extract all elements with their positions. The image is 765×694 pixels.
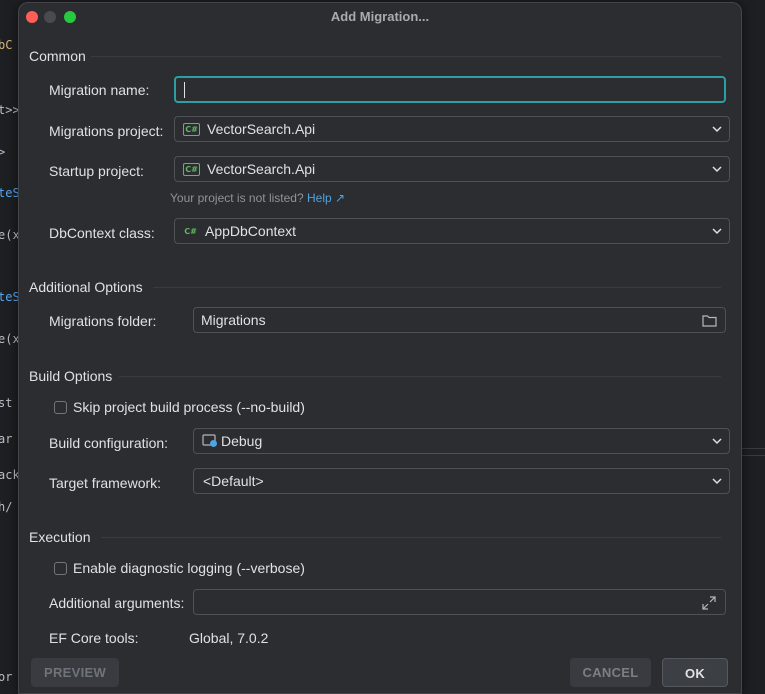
chevron-down-icon bbox=[712, 228, 722, 235]
project-not-listed-hint: Your project is not listed? Help ↗ bbox=[170, 191, 345, 205]
separator bbox=[153, 287, 721, 288]
ok-button[interactable]: OK bbox=[662, 658, 728, 687]
skip-build-label[interactable]: Skip project build process (--no-build) bbox=[73, 399, 305, 415]
startup-project-select[interactable]: C# VectorSearch.Api bbox=[174, 156, 730, 182]
target-framework-select[interactable]: <Default> bbox=[193, 468, 730, 494]
text-cursor bbox=[184, 81, 185, 98]
title-bar: Add Migration... bbox=[19, 3, 741, 31]
section-additional-options: Additional Options bbox=[29, 279, 143, 295]
separator bbox=[101, 537, 721, 538]
section-build-options: Build Options bbox=[29, 368, 113, 384]
csharp-project-icon: C# bbox=[183, 162, 200, 176]
code-fragment: teS bbox=[0, 186, 20, 200]
debug-config-icon bbox=[202, 434, 217, 447]
code-fragment: ack bbox=[0, 468, 20, 482]
migrations-folder-value: Migrations bbox=[201, 312, 266, 328]
hint-text: Your project is not listed? bbox=[170, 191, 304, 205]
code-fragment: e(x bbox=[0, 332, 20, 346]
diagnostic-logging-label[interactable]: Enable diagnostic logging (--verbose) bbox=[73, 560, 305, 576]
folder-icon[interactable] bbox=[702, 314, 717, 327]
dbcontext-class-label: DbContext class: bbox=[49, 225, 155, 241]
help-link[interactable]: Help bbox=[307, 191, 332, 205]
build-configuration-select[interactable]: Debug bbox=[193, 428, 730, 454]
startup-project-value: VectorSearch.Api bbox=[207, 161, 316, 177]
code-fragment: t>> bbox=[0, 103, 20, 117]
code-fragment: teS bbox=[0, 290, 20, 304]
dialog-title: Add Migration... bbox=[330, 9, 430, 24]
background-right-panel bbox=[740, 0, 765, 692]
migrations-project-label: Migrations project: bbox=[49, 123, 164, 139]
build-configuration-value: Debug bbox=[221, 433, 263, 449]
migrations-folder-input[interactable]: Migrations bbox=[193, 307, 726, 333]
expand-icon[interactable] bbox=[702, 596, 716, 610]
startup-project-label: Startup project: bbox=[49, 163, 144, 179]
code-fragment: st bbox=[0, 396, 13, 410]
section-common: Common bbox=[29, 48, 86, 64]
code-fragment: e(x bbox=[0, 228, 20, 242]
build-configuration-label: Build configuration: bbox=[49, 435, 169, 451]
chevron-down-icon bbox=[712, 478, 722, 485]
csharp-project-icon: C# bbox=[183, 122, 200, 136]
dbcontext-class-value: AppDbContext bbox=[205, 223, 297, 239]
separator bbox=[91, 56, 721, 57]
chevron-down-icon bbox=[712, 438, 722, 445]
target-framework-value: <Default> bbox=[203, 473, 264, 489]
preview-button[interactable]: PREVIEW bbox=[31, 658, 119, 687]
code-fragment: or bbox=[0, 670, 13, 684]
migration-name-input[interactable] bbox=[174, 76, 726, 103]
migrations-project-value: VectorSearch.Api bbox=[207, 121, 316, 137]
additional-arguments-input[interactable] bbox=[193, 589, 726, 615]
external-link-icon[interactable]: ↗ bbox=[335, 191, 345, 205]
dbcontext-class-select[interactable]: C# AppDbContext bbox=[174, 218, 730, 244]
migration-name-label: Migration name: bbox=[49, 82, 150, 98]
diagnostic-logging-checkbox[interactable] bbox=[54, 562, 67, 575]
ef-core-tools-value: Global, 7.0.2 bbox=[189, 630, 269, 646]
skip-build-checkbox[interactable] bbox=[54, 401, 67, 414]
code-fragment: ar bbox=[0, 432, 13, 446]
add-migration-dialog: Add Migration... Common Migration name: … bbox=[18, 2, 742, 694]
code-fragment: h/ bbox=[0, 500, 13, 514]
section-execution: Execution bbox=[29, 529, 91, 545]
additional-arguments-label: Additional arguments: bbox=[49, 595, 185, 611]
separator bbox=[119, 376, 721, 377]
target-framework-label: Target framework: bbox=[49, 475, 162, 491]
chevron-down-icon bbox=[712, 126, 722, 133]
migrations-project-select[interactable]: C# VectorSearch.Api bbox=[174, 116, 730, 142]
code-fragment: bC bbox=[0, 38, 13, 52]
chevron-down-icon bbox=[712, 166, 722, 173]
code-fragment: > bbox=[0, 145, 6, 159]
ef-core-tools-label: EF Core tools: bbox=[49, 630, 139, 646]
cancel-button[interactable]: CANCEL bbox=[570, 658, 651, 687]
migrations-folder-label: Migrations folder: bbox=[49, 313, 157, 329]
csharp-class-icon: C# bbox=[184, 226, 197, 236]
